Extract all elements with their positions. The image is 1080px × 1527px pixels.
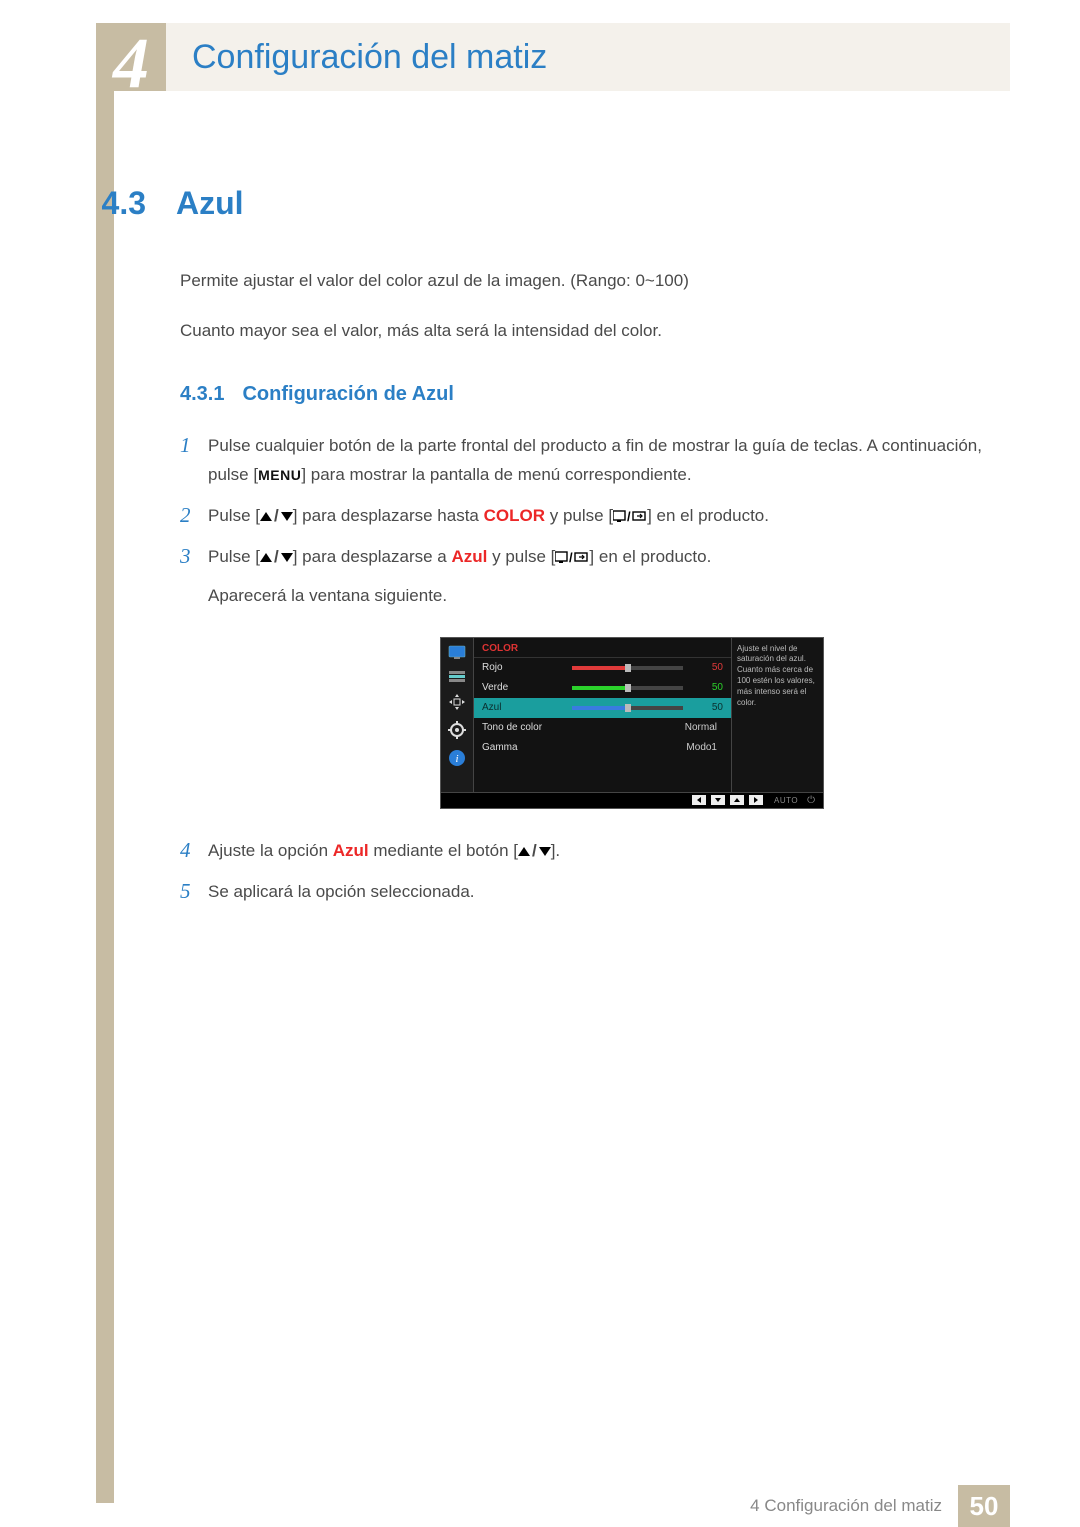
- step-2: 2 Pulse [/] para desplazarse hasta COLOR…: [180, 502, 1010, 531]
- section-heading: 4.3 Azul: [96, 185, 1010, 222]
- osd-value: 50: [691, 702, 723, 713]
- section-number: 4.3: [96, 185, 176, 222]
- osd-power-icon: ⏻: [807, 795, 815, 806]
- subsection-heading: 4.3.1 Configuración de Azul: [180, 383, 1010, 406]
- step-text: Ajuste la opción Azul mediante el botón …: [208, 837, 560, 866]
- osd-row-tono: Tono de color Normal: [474, 718, 731, 738]
- osd-slider-blue: [572, 706, 683, 710]
- step-list: 1 Pulse cualquier botón de la parte fron…: [180, 432, 1010, 906]
- step-text: Pulse [/] para desplazarse a Azul y puls…: [208, 543, 711, 611]
- footer-breadcrumb: 4 Configuración del matiz: [750, 1496, 942, 1516]
- osd-slider-green: [572, 686, 683, 690]
- up-down-icon: /: [260, 543, 293, 572]
- page: 4 Configuración del matiz 4.3 Azul Permi…: [0, 0, 1080, 1527]
- step-3-followup: Aparecerá la ventana siguiente.: [208, 582, 711, 611]
- osd-label: Rojo: [482, 662, 572, 673]
- subsection-title: Configuración de Azul: [242, 383, 453, 406]
- step-text: Se aplicará la opción seleccionada.: [208, 878, 475, 907]
- keyword-color: COLOR: [484, 506, 545, 525]
- osd-help-panel: Ajuste el nivel de saturación del azul. …: [731, 638, 823, 792]
- section-title: Azul: [176, 185, 244, 222]
- content: 4.3 Azul Permite ajustar el valor del co…: [96, 185, 1010, 918]
- osd-slider-red: [572, 666, 683, 670]
- osd-row-verde: Verde 50: [474, 678, 731, 698]
- osd-label: Verde: [482, 682, 572, 693]
- osd-label: Tono de color: [482, 722, 572, 733]
- svg-text:/: /: [569, 550, 573, 564]
- osd-row-gamma: Gamma Modo1: [474, 738, 731, 758]
- osd-value: 50: [691, 682, 723, 693]
- osd-label: Azul: [482, 702, 572, 713]
- step-5: 5 Se aplicará la opción seleccionada.: [180, 878, 1010, 907]
- osd-row-rojo: Rojo 50: [474, 658, 731, 678]
- chapter-title: Configuración del matiz: [192, 38, 547, 77]
- osd-sidebar: i: [441, 638, 474, 792]
- subsection-number: 4.3.1: [180, 383, 224, 406]
- svg-text:/: /: [627, 509, 631, 523]
- step-3: 3 Pulse [/] para desplazarse a Azul y pu…: [180, 543, 1010, 611]
- osd-tab-color-icon: [448, 669, 466, 683]
- step-number: 2: [180, 502, 208, 529]
- osd-tab-info-icon: i: [448, 749, 466, 767]
- keyword-azul: Azul: [333, 841, 369, 860]
- osd-nav-left-icon: [692, 795, 706, 805]
- step-number: 1: [180, 432, 208, 459]
- osd-auto-label: AUTO: [774, 796, 798, 805]
- up-down-icon: /: [518, 837, 551, 866]
- chapter-number-block: 4: [96, 23, 166, 91]
- step-number: 4: [180, 837, 208, 864]
- osd-tab-size-icon: [448, 693, 466, 711]
- step-number: 5: [180, 878, 208, 905]
- osd-tab-settings-icon: [448, 721, 466, 739]
- page-footer: 4 Configuración del matiz 50: [96, 1485, 1010, 1527]
- step-number: 3: [180, 543, 208, 570]
- step-1: 1 Pulse cualquier botón de la parte fron…: [180, 432, 1010, 490]
- osd-window: i COLOR Rojo 50 Verde: [440, 637, 824, 809]
- chapter-header: 4 Configuración del matiz: [96, 23, 1010, 91]
- osd-nav-down-icon: [711, 795, 725, 805]
- step-text: Pulse [/] para desplazarse hasta COLOR y…: [208, 502, 769, 531]
- intro-paragraph-1: Permite ajustar el valor del color azul …: [180, 268, 1010, 294]
- keyword-azul: Azul: [451, 547, 487, 566]
- osd-label: Gamma: [482, 742, 572, 753]
- page-number-badge: 50: [958, 1485, 1010, 1527]
- chapter-number: 4: [113, 27, 149, 99]
- step-4: 4 Ajuste la opción Azul mediante el botó…: [180, 837, 1010, 866]
- osd-nav-up-icon: [730, 795, 744, 805]
- svg-text:i: i: [455, 753, 458, 765]
- intro-paragraph-2: Cuanto mayor sea el valor, más alta será…: [180, 318, 1010, 344]
- osd-value: Modo1: [572, 742, 723, 753]
- osd-value: 50: [691, 662, 723, 673]
- osd-value: Normal: [572, 722, 723, 733]
- osd-footer: AUTO ⏻: [441, 792, 823, 808]
- select-source-icon: /: [613, 506, 647, 525]
- select-source-icon: /: [555, 547, 589, 566]
- up-down-icon: /: [260, 502, 293, 531]
- osd-row-azul: Azul 50: [474, 698, 731, 718]
- menu-label: MENU: [258, 467, 301, 483]
- osd-nav-right-icon: [749, 795, 763, 805]
- step-text: Pulse cualquier botón de la parte fronta…: [208, 432, 1010, 490]
- osd-figure: i COLOR Rojo 50 Verde: [440, 637, 1010, 809]
- osd-body: COLOR Rojo 50 Verde 50: [474, 638, 731, 792]
- osd-tab-picture-icon: [448, 645, 466, 659]
- osd-header: COLOR: [474, 638, 731, 658]
